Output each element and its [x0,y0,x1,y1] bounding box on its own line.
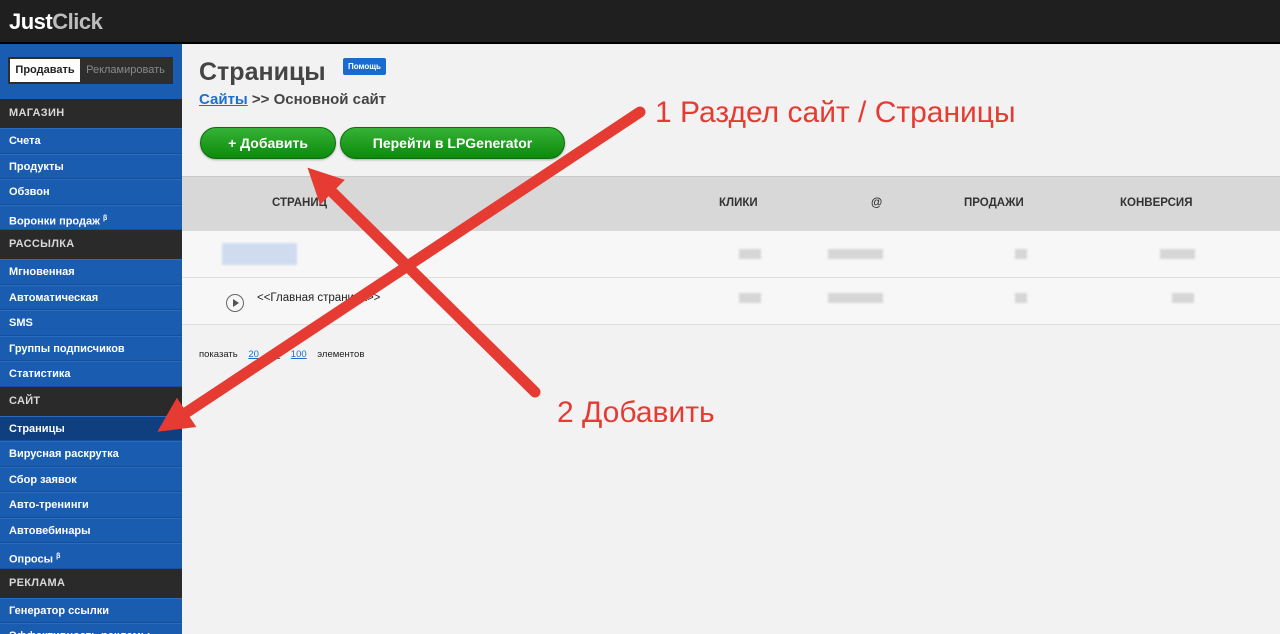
top-bar: JustClick [0,0,1280,44]
pager-suffix: элементов [317,349,365,360]
lpgenerator-button[interactable]: Перейти в LPGenerator [340,127,565,159]
pager-100[interactable]: 100 [291,349,307,360]
blurred-value [739,249,761,259]
sidebar-item-instant[interactable]: Мгновенная [0,259,182,285]
sidebar-item-statistics[interactable]: Статистика [0,361,182,387]
sidebar-item-label: Воронки продаж [9,215,100,228]
logo-text-b: Click [52,9,103,34]
sidebar-item-label: Опросы [9,553,54,566]
sidebar-item-funnels[interactable]: Воронки продаж β [0,204,182,230]
sidebar-section-shop: МАГАЗИН [0,99,182,128]
table-row[interactable] [182,231,1280,278]
sidebar-section-mailing: РАССЫЛКА [0,230,182,259]
col-email[interactable]: @ [871,197,882,209]
col-pages[interactable]: СТРАНИЦ [272,197,327,209]
sidebar-item-sms[interactable]: SMS [0,310,182,336]
annotation-step-2: 2 Добавить [557,396,715,429]
pagination-size: показать 20 50 100 элементов [199,349,364,360]
sidebar-item-autowebinars[interactable]: Автовебинары [0,517,182,543]
sidebar-item-ad-efficiency[interactable]: Эффективность рекламы [0,623,182,634]
expand-icon[interactable] [226,294,244,312]
mode-switch-wrap: Продавать Рекламировать [0,44,182,99]
beta-badge: β [56,553,61,560]
page-title: Страницы [199,58,326,86]
mode-advertise-button[interactable]: Рекламировать [80,59,171,82]
app-logo[interactable]: JustClick [9,9,103,35]
mode-sell-button[interactable]: Продавать [10,59,80,82]
sidebar: Продавать Рекламировать МАГАЗИН Счета Пр… [0,44,182,634]
pager-20[interactable]: 20 [248,349,259,360]
breadcrumb-sites-link[interactable]: Сайты [199,91,248,108]
table-row[interactable]: <<Главная страница>> [182,278,1280,325]
sidebar-item-viral[interactable]: Вирусная раскрутка [0,441,182,467]
sidebar-item-auto-trainings[interactable]: Авто-тренинги [0,492,182,518]
logo-text-a: Just [9,9,53,34]
pager-prefix: показать [199,349,238,360]
sidebar-item-surveys[interactable]: Опросы β [0,543,182,569]
annotation-step-1: 1 Раздел сайт / Страницы [655,96,1016,129]
blurred-value [828,249,883,259]
breadcrumb: Сайты >> Основной сайт [199,91,386,108]
sidebar-item-automatic[interactable]: Автоматическая [0,284,182,310]
add-page-button[interactable]: + Добавить [200,127,336,159]
main-content: Страницы Помощь Сайты >> Основной сайт +… [182,46,1280,634]
sidebar-item-products[interactable]: Продукты [0,153,182,179]
sidebar-section-site: САЙТ [0,386,182,416]
help-button[interactable]: Помощь [343,58,386,75]
col-clicks[interactable]: КЛИКИ [719,197,758,209]
pager-50[interactable]: 50 [270,349,281,360]
blurred-value [739,293,761,303]
sidebar-section-ads: РЕКЛАМА [0,568,182,598]
blurred-value [1015,293,1027,303]
blurred-value [828,293,883,303]
beta-badge: β [102,214,108,222]
mode-switch: Продавать Рекламировать [8,57,173,84]
page-name[interactable]: <<Главная страница>> [257,292,380,304]
blurred-value [1172,293,1194,303]
sidebar-item-invoices[interactable]: Счета [0,128,182,154]
sidebar-item-link-generator[interactable]: Генератор ссылки [0,597,182,623]
breadcrumb-current: >> Основной сайт [251,91,387,108]
sidebar-item-subscriber-groups[interactable]: Группы подписчиков [0,335,182,361]
col-conversion[interactable]: КОНВЕРСИЯ [1120,197,1192,209]
sidebar-item-calls[interactable]: Обзвон [0,179,182,205]
blurred-site-name [222,243,297,265]
sidebar-item-pages[interactable]: Страницы [0,415,182,441]
table-header: СТРАНИЦ КЛИКИ @ ПРОДАЖИ КОНВЕРСИЯ [182,176,1280,231]
blurred-value [1015,249,1027,259]
col-sales[interactable]: ПРОДАЖИ [964,197,1024,209]
blurred-value [1160,249,1195,259]
sidebar-item-leads[interactable]: Сбор заявок [0,466,182,492]
